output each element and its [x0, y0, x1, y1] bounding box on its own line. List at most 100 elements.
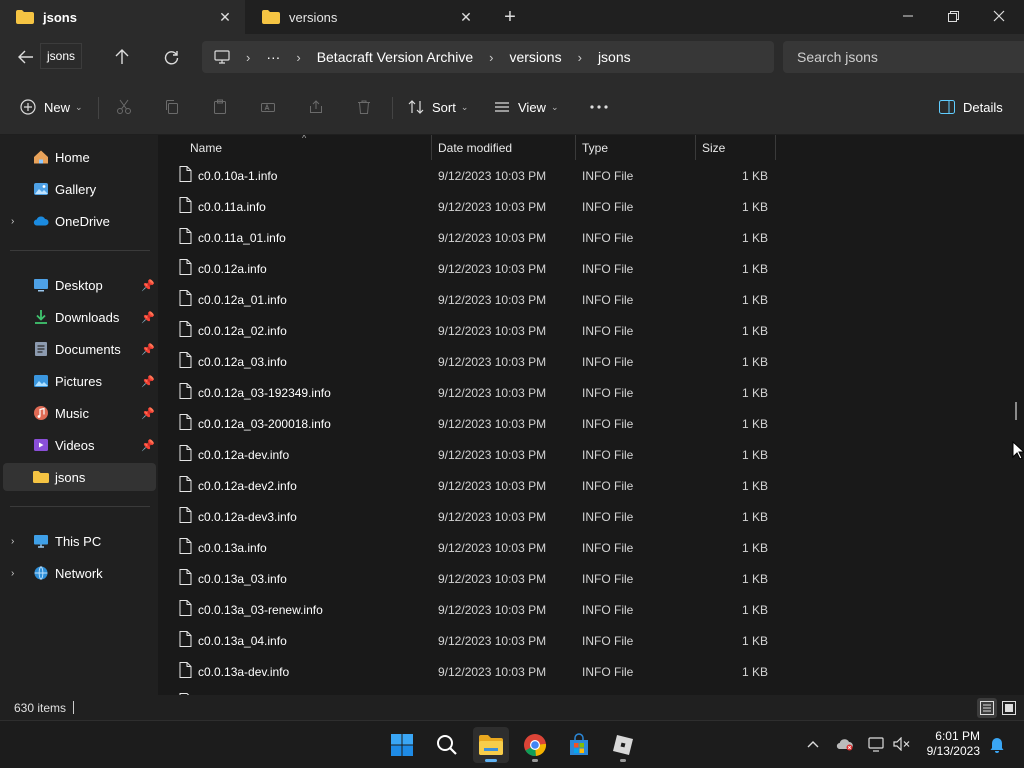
copy-button[interactable]	[164, 93, 180, 121]
file-row[interactable]: c0.0.12a_03-200018.info 9/12/2023 10:03 P…	[160, 408, 780, 439]
sidebar-item-documents[interactable]: Documents 📌	[0, 335, 156, 363]
close-tab-icon[interactable]: ✕	[215, 7, 235, 27]
vertical-scrollbar-thumb[interactable]	[1015, 402, 1017, 420]
tab-jsons[interactable]: jsons ✕	[0, 0, 245, 34]
file-row[interactable]: c0.0.11a.info 9/12/2023 10:03 PM INFO File…	[160, 191, 780, 222]
file-icon	[179, 507, 192, 523]
more-breadcrumbs-icon[interactable]: ···	[266, 49, 280, 65]
show-hidden-icons-button[interactable]	[802, 733, 824, 755]
share-icon	[310, 100, 322, 113]
onedrive-tray-button[interactable]	[834, 733, 856, 755]
column-resize-handle[interactable]	[775, 135, 776, 160]
chevron-right-icon[interactable]: ›	[11, 216, 14, 227]
title-bar: jsons ✕ versions ✕ +	[0, 0, 1024, 34]
taskbar-chrome[interactable]	[517, 727, 553, 763]
sidebar-item-downloads[interactable]: Downloads 📌	[0, 303, 156, 331]
sidebar-item-jsons[interactable]: jsons	[3, 463, 156, 491]
file-row[interactable]: c0.0.11a_01.info 9/12/2023 10:03 PM INFO F…	[160, 222, 780, 253]
file-row[interactable]: c0.0.13a_03-renew.info 9/12/2023 10:03 PM…	[160, 594, 780, 625]
desktop-icon	[34, 279, 48, 292]
column-header-type[interactable]: Type	[582, 135, 608, 160]
tab-versions[interactable]: versions ✕	[246, 0, 486, 34]
paste-button[interactable]	[212, 93, 228, 121]
file-row[interactable]: c0.0.12a.info 9/12/2023 10:03 PM INFO File…	[160, 253, 780, 284]
column-header-size[interactable]: Size	[702, 135, 725, 160]
close-window-button[interactable]	[976, 0, 1022, 32]
chevron-right-icon[interactable]: ›	[11, 536, 14, 547]
file-size: 1 KB	[741, 510, 768, 524]
file-row[interactable]: c0.0.12a_03.info 9/12/2023 10:03 PM INFO F…	[160, 346, 780, 377]
sidebar-item-label: OneDrive	[55, 213, 110, 229]
start-button[interactable]	[384, 727, 420, 763]
microsoft-store-icon	[570, 733, 588, 755]
column-header-date[interactable]: Date modified	[438, 135, 512, 160]
tiles-view-toggle[interactable]	[999, 698, 1019, 718]
sidebar-item-network[interactable]: › Network	[0, 559, 156, 587]
share-button[interactable]	[308, 93, 324, 121]
restore-button[interactable]	[930, 0, 976, 32]
divider	[73, 701, 74, 714]
file-row[interactable]: c0.0.13a-dev.info 9/12/2023 10:03 PM INFO …	[160, 656, 780, 687]
file-row[interactable]: c0.0.13a_04.info 9/12/2023 10:03 PM INFO F…	[160, 625, 780, 656]
chrome-icon	[524, 734, 547, 757]
minimize-icon	[903, 15, 913, 17]
new-button[interactable]: New ⌄	[20, 93, 83, 121]
details-view-toggle[interactable]	[977, 698, 997, 718]
delete-button[interactable]	[356, 93, 372, 121]
back-button[interactable]	[14, 43, 38, 71]
taskbar-microsoft-store[interactable]	[561, 727, 597, 763]
refresh-button[interactable]	[159, 43, 183, 71]
rename-button[interactable]	[260, 93, 276, 121]
file-row[interactable]: c0.0.13a_03.info 9/12/2023 10:03 PM INFO F…	[160, 563, 780, 594]
sort-button[interactable]: Sort ⌄	[408, 93, 468, 121]
network-tray-button[interactable]	[866, 733, 888, 755]
system-clock[interactable]: 6:01 PM 9/13/2023	[916, 729, 980, 759]
breadcrumb-jsons[interactable]: jsons	[598, 49, 631, 65]
more-options-button[interactable]	[590, 93, 608, 121]
chevron-right-icon[interactable]: ›	[11, 568, 14, 579]
sidebar-item-home[interactable]: Home	[0, 143, 156, 171]
file-row[interactable]: c0.0.12a_02.info 9/12/2023 10:03 PM INFO F…	[160, 315, 780, 346]
file-row[interactable]: c0.0.10a-1.info 9/12/2023 10:03 PM INFO Fi…	[160, 160, 780, 191]
breadcrumb-archive[interactable]: Betacraft Version Archive	[317, 49, 473, 65]
column-resize-handle[interactable]	[695, 135, 696, 160]
cut-button[interactable]	[116, 93, 132, 121]
column-resize-handle[interactable]	[575, 135, 576, 160]
file-type: INFO File	[582, 355, 634, 369]
file-row[interactable]: c0.0.12a-dev2.info 9/12/2023 10:03 PM INFO…	[160, 470, 780, 501]
address-bar[interactable]: › ··· › Betacraft Version Archive › vers…	[202, 41, 774, 73]
details-button[interactable]: Details	[939, 93, 1003, 121]
taskbar-search-button[interactable]	[429, 727, 465, 763]
sidebar-item-pictures[interactable]: Pictures 📌	[0, 367, 156, 395]
gallery-icon	[34, 183, 48, 195]
file-row[interactable]: c0.0.12a-dev3.info 9/12/2023 10:03 PM INFO…	[160, 501, 780, 532]
sidebar-item-videos[interactable]: Videos 📌	[0, 431, 156, 459]
column-header-name[interactable]: Name	[190, 135, 222, 160]
file-row[interactable]: c0.0.12a-dev.info 9/12/2023 10:03 PM INFO …	[160, 439, 780, 470]
breadcrumb-versions[interactable]: versions	[509, 49, 561, 65]
view-button[interactable]: View ⌄	[494, 93, 559, 121]
sidebar-item-onedrive[interactable]: › OneDrive	[0, 207, 156, 235]
sidebar-item-this-pc[interactable]: › This PC	[0, 527, 156, 555]
file-row[interactable]: c0.0.13a.info 9/12/2023 10:03 PM INFO File…	[160, 532, 780, 563]
sidebar-item-gallery[interactable]: Gallery	[0, 175, 156, 203]
file-list: ^ Name Date modified Type Size c0.0.10a-…	[160, 135, 1024, 695]
sidebar-item-desktop[interactable]: Desktop 📌	[0, 271, 156, 299]
file-row[interactable]: c0.0.12a_01.info 9/12/2023 10:03 PM INFO F…	[160, 284, 780, 315]
up-button[interactable]	[110, 43, 134, 71]
notifications-button[interactable]	[986, 733, 1008, 755]
volume-tray-button[interactable]	[891, 733, 913, 755]
new-tab-button[interactable]: +	[498, 5, 522, 29]
search-input[interactable]: Search jsons	[783, 41, 1024, 73]
start-icon	[391, 734, 413, 756]
chevron-down-icon: ⌄	[550, 101, 559, 112]
minimize-button[interactable]	[885, 0, 931, 32]
taskbar-file-explorer[interactable]	[473, 727, 509, 763]
sort-icon	[408, 100, 424, 114]
taskbar-roblox[interactable]	[605, 727, 641, 763]
close-tab-icon[interactable]: ✕	[456, 7, 476, 27]
file-date-modified: 9/12/2023 10:03 PM	[438, 479, 547, 493]
column-resize-handle[interactable]	[431, 135, 432, 160]
sidebar-item-music[interactable]: Music 📌	[0, 399, 156, 427]
file-row[interactable]: c0.0.12a_03-192349.info 9/12/2023 10:03 P…	[160, 377, 780, 408]
